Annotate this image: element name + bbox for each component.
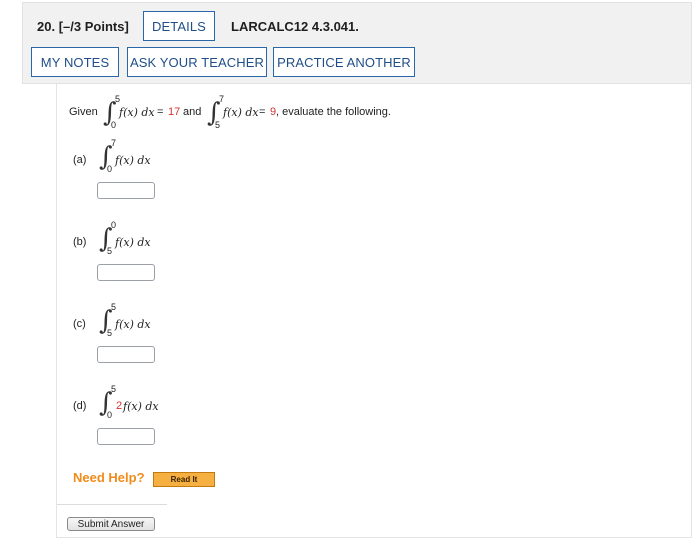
given-suffix: , evaluate the following. — [276, 106, 391, 118]
answer-input-b[interactable] — [97, 264, 155, 281]
given-prefix: Given — [69, 106, 98, 118]
part-label: (d) — [73, 400, 87, 412]
submit-answer-button[interactable]: Submit Answer — [67, 517, 155, 531]
answer-input-c[interactable] — [97, 346, 155, 363]
part-d: (d) ∫ 5 0 2 f(x) dx — [69, 384, 369, 458]
integrand: f(x) dx — [223, 106, 259, 119]
lower-limit: 5 — [107, 328, 113, 338]
integrand: f(x) dx — [115, 318, 151, 331]
details-button[interactable]: DETAILS — [143, 11, 215, 41]
lower-limit: 0 — [107, 410, 113, 420]
practice-another-button[interactable]: PRACTICE ANOTHER — [273, 47, 415, 77]
equals-sign: = — [259, 106, 266, 118]
upper-limit: 7 — [111, 138, 117, 148]
given-value-1: 17 — [168, 106, 181, 118]
part-label: (a) — [73, 154, 87, 166]
problem-code: LARCALC12 4.3.041. — [231, 19, 359, 34]
part-c: (c) ∫ 5 5 f(x) dx — [69, 302, 369, 376]
divider — [57, 504, 167, 505]
lower-limit: 5 — [107, 246, 113, 256]
upper-limit: 5 — [115, 94, 121, 104]
part-b: (b) ∫ 0 5 f(x) dx — [69, 220, 369, 294]
lower-limit: 0 — [107, 164, 113, 174]
answer-input-d[interactable] — [97, 428, 155, 445]
integrand: f(x) dx — [115, 154, 151, 167]
question-body: Given ∫ 5 0 f(x) dx = 17 and ∫ 7 5 f(x) … — [56, 84, 692, 538]
upper-limit: 5 — [111, 384, 117, 394]
upper-limit: 0 — [111, 220, 117, 230]
part-label: (c) — [73, 318, 86, 330]
part-label: (b) — [73, 236, 87, 248]
and-word: and — [183, 106, 202, 118]
integrand: f(x) dx — [119, 106, 155, 119]
need-help-label: Need Help? — [73, 470, 145, 485]
integrand: f(x) dx — [123, 400, 159, 413]
lower-limit: 0 — [111, 120, 117, 130]
upper-limit: 5 — [111, 302, 117, 312]
my-notes-button[interactable]: MY NOTES — [31, 47, 119, 77]
part-a: (a) ∫ 7 0 f(x) dx — [69, 138, 369, 212]
question-header: 20. [–/3 Points] DETAILS LARCALC12 4.3.0… — [22, 2, 692, 84]
coefficient: 2 — [116, 400, 123, 412]
ask-teacher-button[interactable]: ASK YOUR TEACHER — [127, 47, 267, 77]
question-title: 20. [–/3 Points] — [37, 19, 129, 34]
read-it-button[interactable]: Read It — [153, 472, 215, 487]
equals-sign: = — [157, 106, 164, 118]
upper-limit: 7 — [219, 94, 225, 104]
integrand: f(x) dx — [115, 236, 151, 249]
lower-limit: 5 — [215, 120, 221, 130]
answer-input-a[interactable] — [97, 182, 155, 199]
